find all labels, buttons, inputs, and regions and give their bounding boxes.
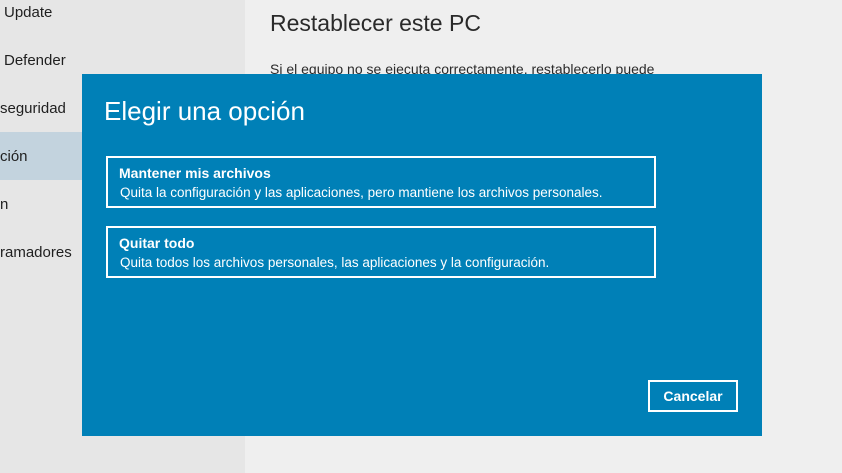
option-description: Quita todos los archivos personales, las… [120, 255, 550, 270]
sidebar-item-label: seguridad [0, 99, 66, 117]
remove-everything-option-button[interactable]: Quitar todo Quita todos los archivos per… [106, 226, 656, 278]
sidebar-item-update[interactable]: Update [4, 0, 249, 36]
dialog-title: Elegir una opción [104, 96, 305, 126]
sidebar-item-label: Defender [4, 51, 66, 69]
keep-files-option-button[interactable]: Mantener mis archivos Quita la configura… [106, 156, 656, 208]
reset-options-dialog: Elegir una opción Mantener mis archivos … [82, 74, 762, 436]
option-title: Quitar todo [119, 235, 195, 251]
sidebar-item-label: n [0, 195, 9, 213]
page-title: Restablecer este PC [270, 10, 481, 36]
cancel-button[interactable]: Cancelar [648, 380, 738, 412]
sidebar-item-label: Update [4, 3, 53, 21]
sidebar-item-label: ción [0, 147, 28, 165]
sidebar-item-label: ramadores [0, 243, 72, 261]
option-title: Mantener mis archivos [119, 165, 271, 181]
option-description: Quita la configuración y las aplicacione… [120, 185, 603, 200]
